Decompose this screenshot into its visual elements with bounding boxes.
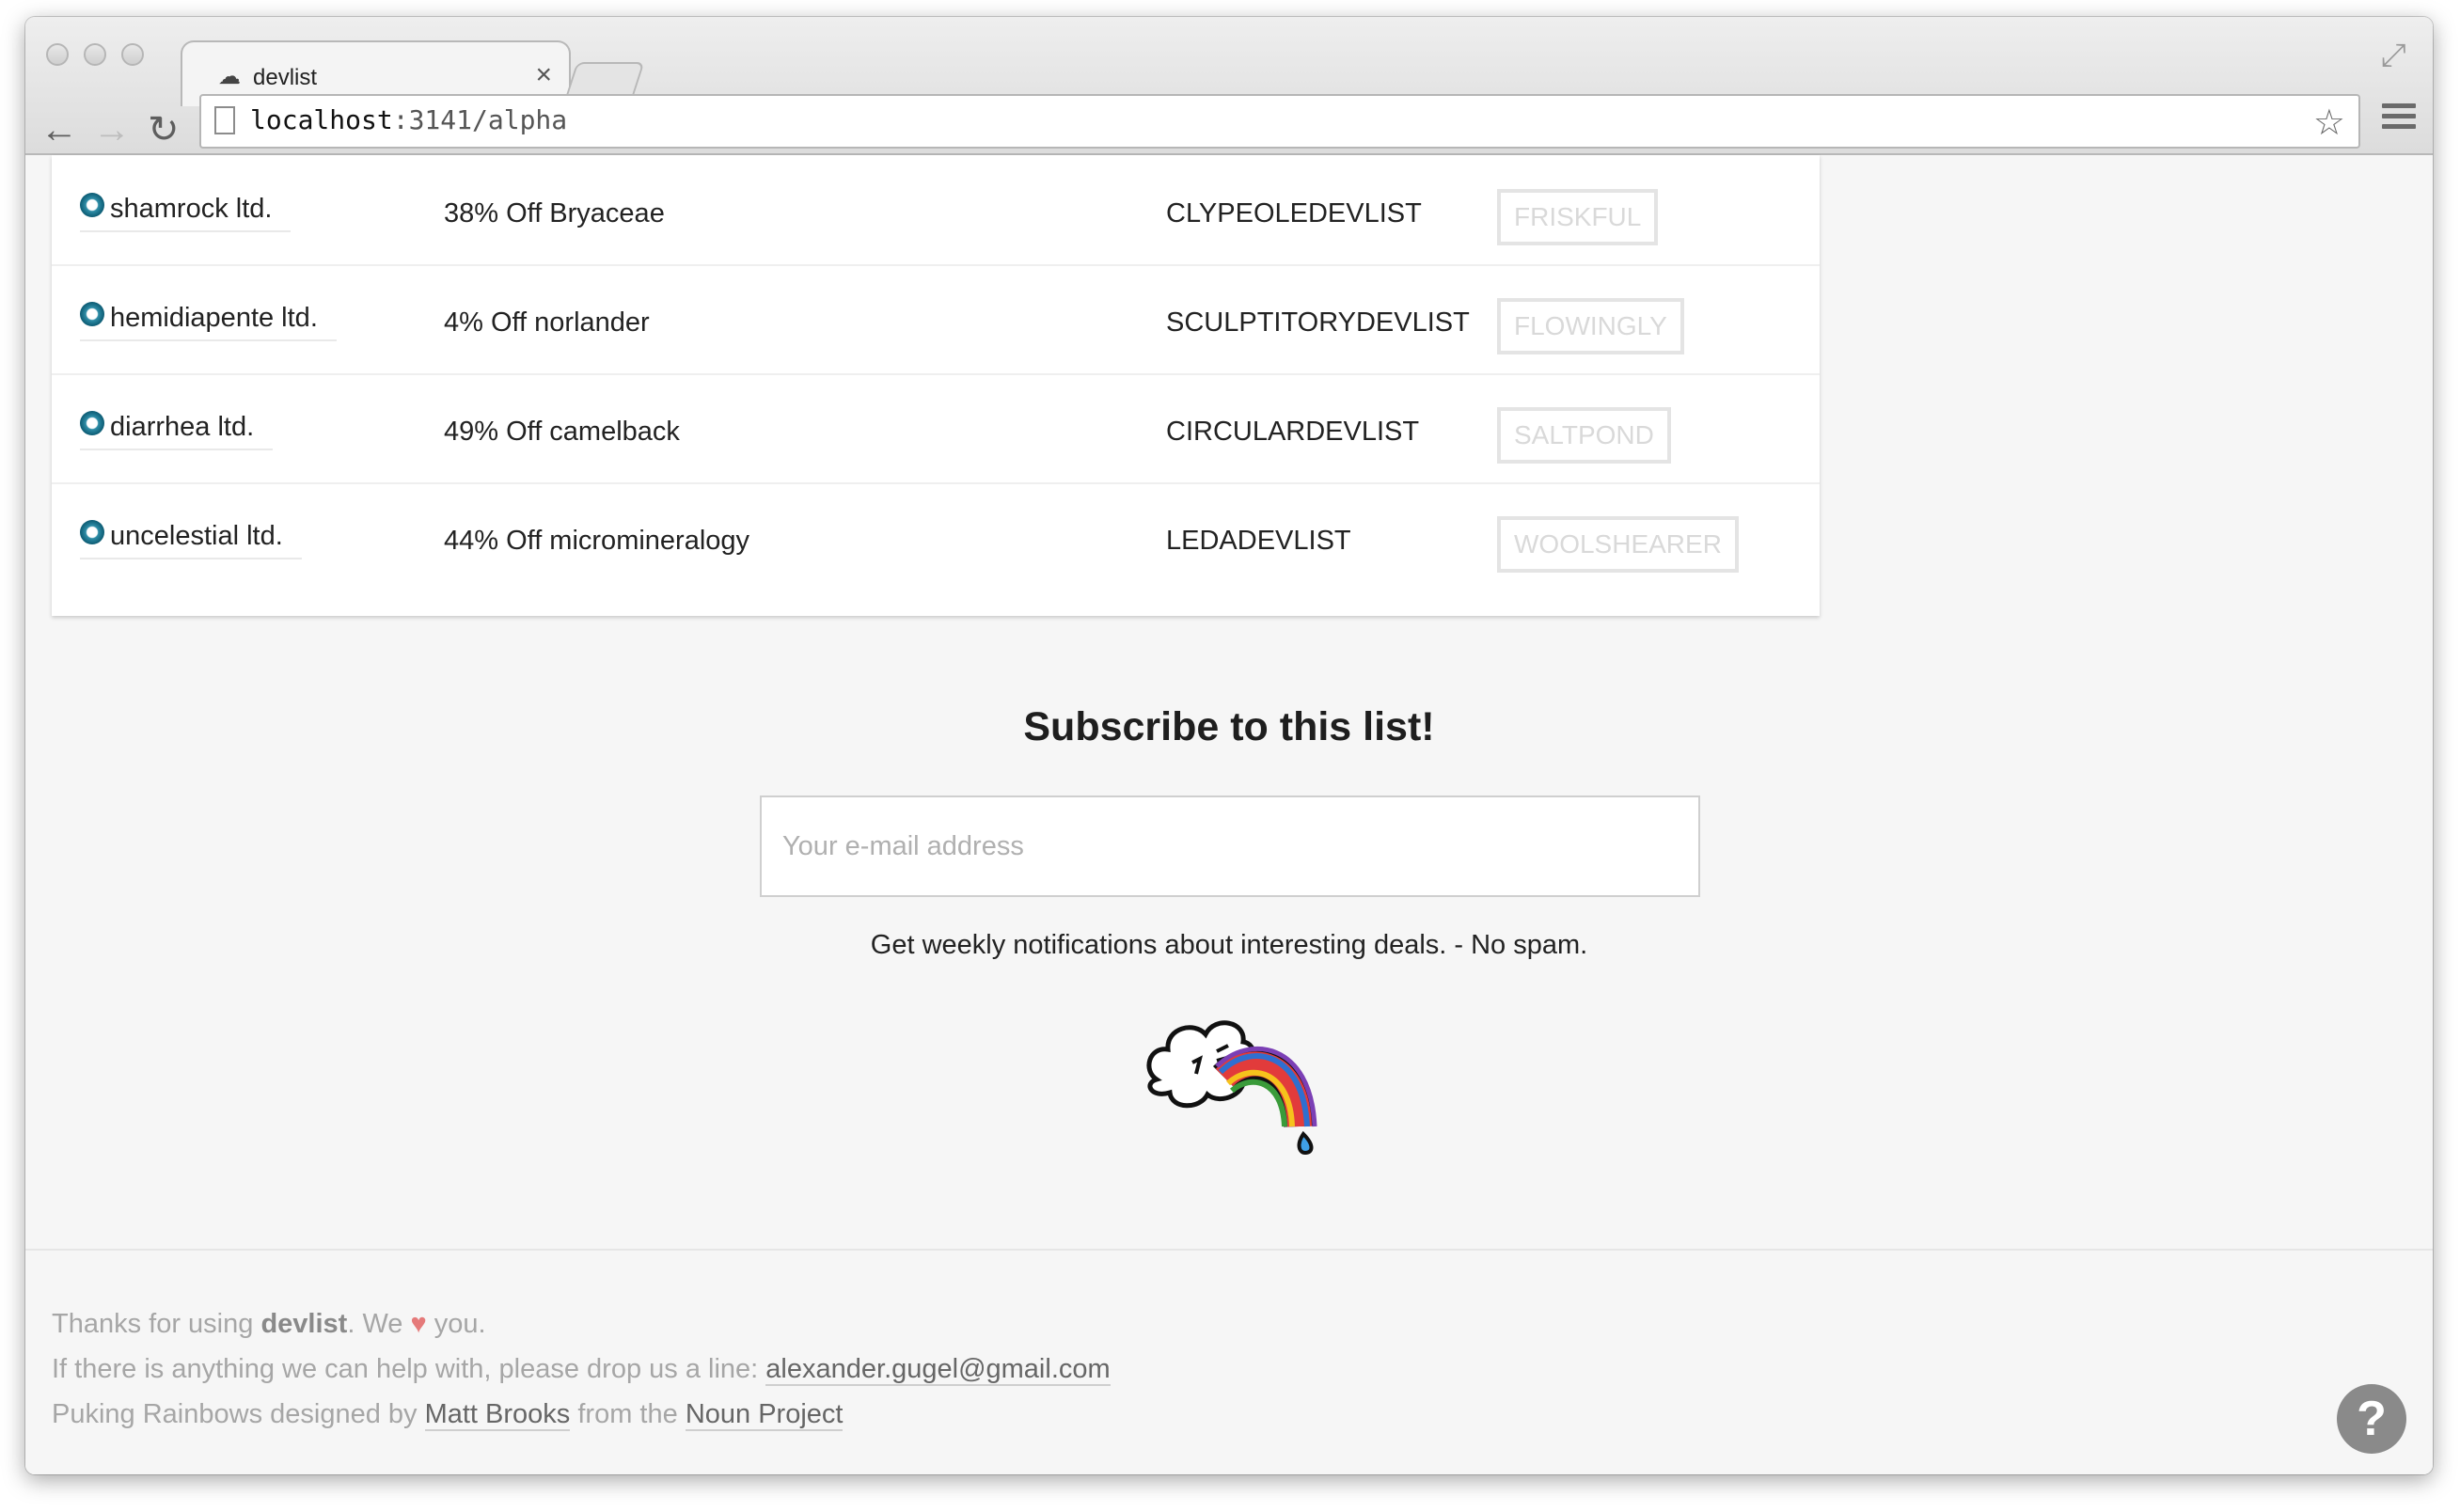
table-row: hemidiapente ltd. 4% Off norlander SCULP… (52, 264, 1820, 375)
browser-window: ☁ devlist × ⤢ ← → ↻ localhost:3141/alpha… (25, 17, 2433, 1474)
url-text: localhost:3141/alpha (250, 104, 568, 135)
noun-project-link[interactable]: Noun Project (685, 1399, 844, 1431)
company-logo-icon (80, 302, 104, 326)
company-logo-icon (80, 520, 104, 544)
offer-text: 49% Off camelback (444, 417, 680, 447)
deal-code: CLYPEOLEDEVLIST (1166, 198, 1422, 228)
brand-name: devlist (260, 1309, 348, 1339)
table-row: uncelestial ltd. 44% Off micromineralogy… (52, 482, 1820, 591)
favicon-icon: ☁ (218, 64, 241, 89)
heart-icon: ♥ (410, 1309, 427, 1339)
browser-chrome: ☁ devlist × ⤢ ← → ↻ localhost:3141/alpha… (25, 17, 2433, 155)
zoom-window-button[interactable] (121, 43, 144, 66)
reload-button[interactable]: ↻ (148, 111, 180, 149)
page-icon (214, 106, 235, 134)
offer-text: 4% Off norlander (444, 307, 650, 338)
footer-contact: If there is anything we can help with, p… (52, 1354, 1111, 1386)
email-link[interactable]: alexander.gugel@gmail.com (765, 1354, 1111, 1386)
minimize-window-button[interactable] (84, 43, 106, 66)
help-button[interactable]: ? (2337, 1384, 2406, 1454)
subscribe-note: Get weekly notifications about interesti… (870, 930, 1588, 960)
deals-table: shamrock ltd. 38% Off Bryaceae CLYPEOLED… (52, 155, 1820, 616)
designer-link[interactable]: Matt Brooks (424, 1399, 571, 1431)
table-row: diarrhea ltd. 49% Off camelback CIRCULAR… (52, 373, 1820, 484)
coupon-code[interactable]: SALTPOND (1497, 407, 1671, 464)
close-window-button[interactable] (46, 43, 69, 66)
footer-credits: Puking Rainbows designed by Matt Brooks … (52, 1399, 844, 1431)
footer-thanks: Thanks for using devlist. We ♥ you. (52, 1309, 486, 1339)
menu-icon[interactable] (2382, 103, 2416, 134)
deal-code: SCULPTITORYDEVLIST (1166, 307, 1470, 338)
offer-text: 44% Off micromineralogy (444, 526, 750, 556)
company-logo-icon (80, 411, 104, 435)
page-content: shamrock ltd. 38% Off Bryaceae CLYPEOLED… (25, 155, 2433, 1474)
company-link[interactable]: diarrhea ltd. (80, 411, 274, 450)
forward-button[interactable]: → (93, 111, 131, 149)
company-logo-icon (80, 193, 104, 217)
email-input[interactable] (760, 795, 1700, 897)
subscribe-title: Subscribe to this list! (1023, 704, 1435, 749)
coupon-code[interactable]: FRISKFUL (1497, 189, 1659, 245)
fullscreen-icon[interactable]: ⤢ (2381, 38, 2406, 74)
offer-text: 38% Off Bryaceae (444, 198, 665, 228)
table-row: shamrock ltd. 38% Off Bryaceae CLYPEOLED… (52, 155, 1820, 266)
deal-code: CIRCULARDEVLIST (1166, 417, 1420, 447)
coupon-code[interactable]: FLOWINGLY (1497, 298, 1684, 354)
company-link[interactable]: hemidiapente ltd. (80, 302, 337, 341)
puking-rainbow-icon (1146, 1020, 1317, 1155)
footer: Thanks for using devlist. We ♥ you. If t… (25, 1249, 2433, 1474)
company-link[interactable]: uncelestial ltd. (80, 520, 302, 559)
close-tab-icon[interactable]: × (535, 59, 552, 91)
tab-title: devlist (253, 65, 318, 90)
coupon-code[interactable]: WOOLSHEARER (1497, 516, 1739, 573)
address-bar[interactable]: localhost:3141/alpha ☆ (199, 94, 2360, 149)
bookmark-star-icon[interactable]: ☆ (2313, 102, 2345, 144)
company-link[interactable]: shamrock ltd. (80, 193, 292, 232)
deal-code: LEDADEVLIST (1166, 526, 1351, 556)
back-button[interactable]: ← (40, 111, 78, 149)
